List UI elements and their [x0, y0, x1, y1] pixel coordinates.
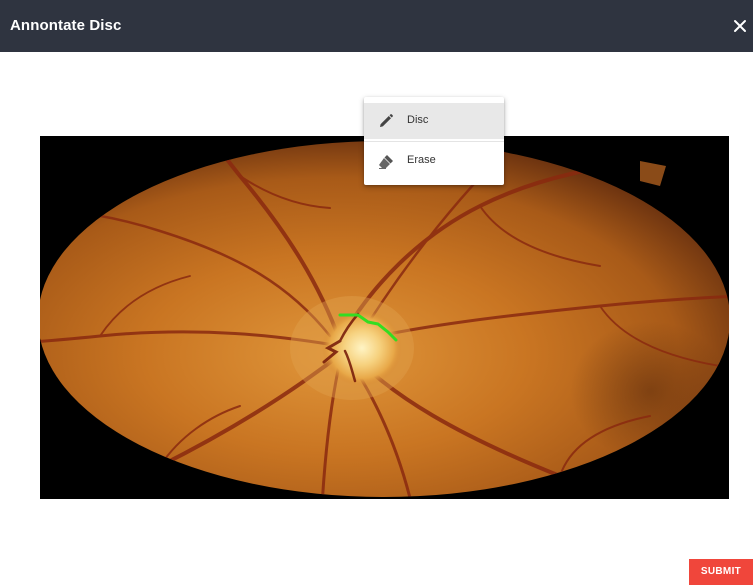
tool-erase-label: Erase [407, 154, 436, 166]
pencil-icon [377, 112, 395, 130]
menu-divider [364, 141, 504, 142]
close-icon[interactable] [729, 14, 751, 38]
eraser-icon [377, 152, 395, 170]
tool-disc-label: Disc [407, 114, 429, 126]
retina-fundus-image [40, 136, 729, 499]
dialog-titlebar: Annontate Disc [0, 0, 753, 52]
submit-button[interactable]: SUBMIT [689, 559, 753, 585]
annotation-tool-menu: Disc Erase [364, 97, 504, 185]
annotate-dialog: Annontate Disc Disc Erase SUBMIT [0, 0, 753, 585]
tool-disc[interactable]: Disc [364, 103, 504, 139]
dialog-title: Annontate Disc [10, 17, 122, 34]
tool-erase[interactable]: Erase [364, 143, 504, 179]
fundus-image-canvas[interactable] [40, 136, 729, 499]
